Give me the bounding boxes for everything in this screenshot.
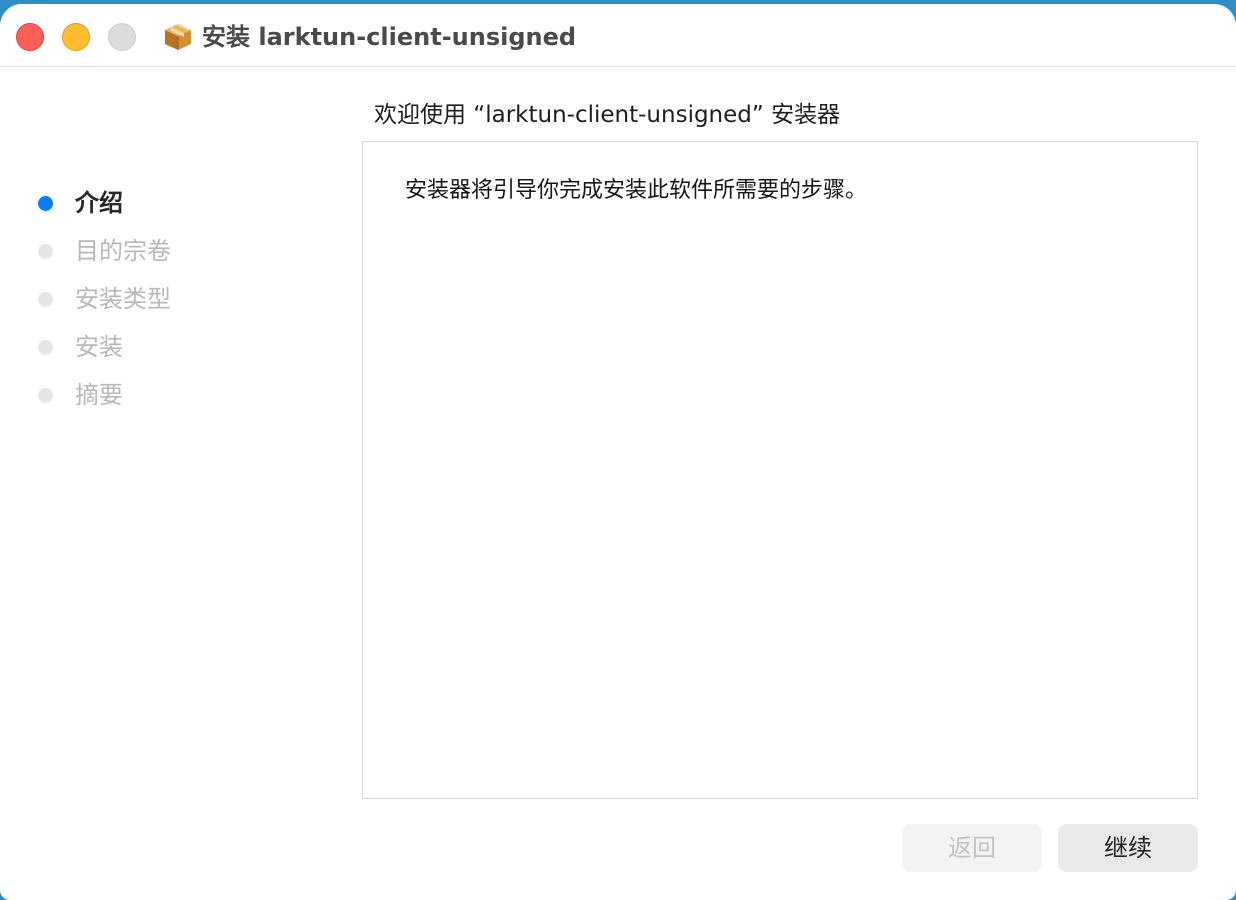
package-box-icon [165, 24, 191, 50]
step-label: 安装类型 [75, 285, 171, 313]
step-label: 摘要 [75, 381, 123, 409]
step-dot [38, 243, 53, 259]
step-install: 安装 [38, 331, 123, 363]
intro-text: 安装器将引导你完成安装此软件所需要的步骤。 [405, 178, 868, 203]
window-title: 安装 larktun-client-unsigned [202, 23, 577, 51]
installer-window: 安装 larktun-client-unsigned 介绍 目的宗卷 安装类型 … [0, 4, 1236, 900]
step-label: 安装 [75, 333, 123, 361]
continue-button[interactable]: 继续 [1058, 824, 1198, 872]
step-dot-active [38, 195, 53, 211]
page-heading: 欢迎使用 “larktun-client-unsigned” 安装器 [374, 102, 841, 128]
title-bar: 安装 larktun-client-unsigned [0, 4, 1236, 67]
zoom-button[interactable] [108, 23, 136, 51]
step-label: 介绍 [75, 189, 123, 217]
step-dot [38, 291, 53, 307]
minimize-button[interactable] [62, 23, 90, 51]
step-dot [38, 339, 53, 355]
step-destination: 目的宗卷 [38, 235, 171, 267]
step-label: 目的宗卷 [75, 237, 171, 265]
step-introduction: 介绍 [38, 187, 123, 219]
step-install-type: 安装类型 [38, 283, 171, 315]
back-button[interactable]: 返回 [902, 824, 1042, 872]
content-panel: 安装器将引导你完成安装此软件所需要的步骤。 [362, 141, 1198, 799]
steps-sidebar: 介绍 目的宗卷 安装类型 安装 摘要 [0, 66, 360, 806]
step-dot [38, 387, 53, 403]
close-button[interactable] [16, 23, 44, 51]
step-summary: 摘要 [38, 379, 123, 411]
